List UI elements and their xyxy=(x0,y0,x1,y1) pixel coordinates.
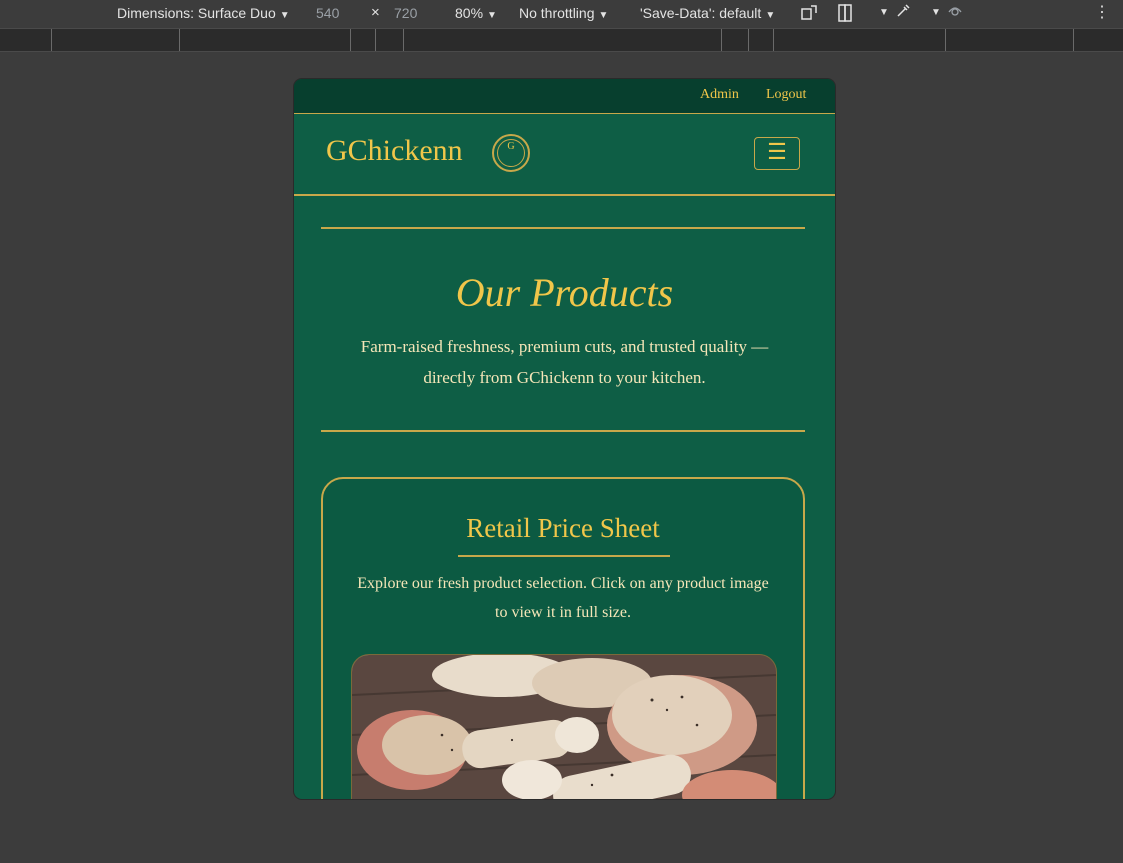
admin-link[interactable]: Admin xyxy=(700,87,739,103)
top-utility-bar: Admin Logout xyxy=(294,79,835,114)
ruler-segment[interactable] xyxy=(945,29,946,51)
device-viewport: Admin Logout GChickenn G ☰ Our Products … xyxy=(294,79,835,799)
save-data-label: 'Save-Data': default xyxy=(640,5,762,21)
chevron-down-icon: ▼ xyxy=(487,10,497,21)
chevron-down-icon[interactable]: ▼ xyxy=(926,3,946,23)
zoom-select[interactable]: 80% ▼ xyxy=(455,4,497,25)
divider xyxy=(321,430,805,432)
eyedropper-icon[interactable] xyxy=(893,3,913,23)
dimensions-select[interactable]: Dimensions: Surface Duo ▼ xyxy=(117,4,290,25)
page-title: Our Products xyxy=(455,270,674,315)
media-query-ruler xyxy=(0,28,1123,52)
chevron-down-icon: ▼ xyxy=(598,10,609,21)
width-input[interactable]: 540 xyxy=(316,4,339,22)
chevron-down-icon: ▼ xyxy=(765,10,776,21)
brand-name[interactable]: GChickenn xyxy=(326,134,463,168)
title-underline xyxy=(458,555,670,557)
hamburger-icon: ☰ xyxy=(767,140,787,165)
price-sheet-card: Retail Price Sheet Explore our fresh pro… xyxy=(321,477,805,799)
page-subtitle: Farm-raised freshness, premium cuts, and… xyxy=(360,337,769,387)
devtools-toolbar: Dimensions: Surface Duo ▼ 540 × 720 80% ▼ … xyxy=(0,0,1123,28)
chevron-down-icon: ▼ xyxy=(279,10,290,21)
ruler-segment[interactable] xyxy=(721,29,722,51)
dimensions-label: Dimensions: Surface Duo xyxy=(117,5,276,21)
chevron-down-icon[interactable]: ▼ xyxy=(874,3,894,23)
ruler-segment[interactable] xyxy=(375,29,376,51)
brand-logo[interactable]: G xyxy=(492,134,530,172)
swap-dimensions-icon[interactable]: × xyxy=(371,4,380,22)
card-description: Explore our fresh product selection. Cli… xyxy=(357,575,769,621)
divider xyxy=(321,227,805,229)
ruler-segment[interactable] xyxy=(1073,29,1074,51)
chicken-drumsticks-photo xyxy=(352,655,776,799)
card-title: Retail Price Sheet xyxy=(466,513,660,543)
logo-letter: G xyxy=(507,141,515,152)
more-options-icon[interactable]: ⋮ xyxy=(1092,3,1112,23)
menu-toggle-button[interactable]: ☰ xyxy=(754,137,800,170)
ruler-segment[interactable] xyxy=(350,29,351,51)
main-navbar: GChickenn G ☰ xyxy=(294,114,835,196)
save-data-select[interactable]: 'Save-Data': default ▼ xyxy=(640,4,775,25)
ruler-segment[interactable] xyxy=(51,29,52,51)
zoom-label: 80% xyxy=(455,5,484,21)
ruler-segment[interactable] xyxy=(748,29,749,51)
height-input[interactable]: 720 xyxy=(394,4,417,22)
ruler-segment[interactable] xyxy=(403,29,404,51)
device-posture-icon[interactable] xyxy=(835,3,855,23)
product-image[interactable] xyxy=(351,654,777,799)
throttling-label: No throttling xyxy=(519,5,595,21)
ruler-segment[interactable] xyxy=(773,29,774,51)
logout-link[interactable]: Logout xyxy=(766,87,806,103)
rotate-icon[interactable] xyxy=(800,3,820,23)
throttling-select[interactable]: No throttling ▼ xyxy=(519,4,608,25)
vision-icon[interactable] xyxy=(945,3,965,23)
ruler-segment[interactable] xyxy=(179,29,180,51)
